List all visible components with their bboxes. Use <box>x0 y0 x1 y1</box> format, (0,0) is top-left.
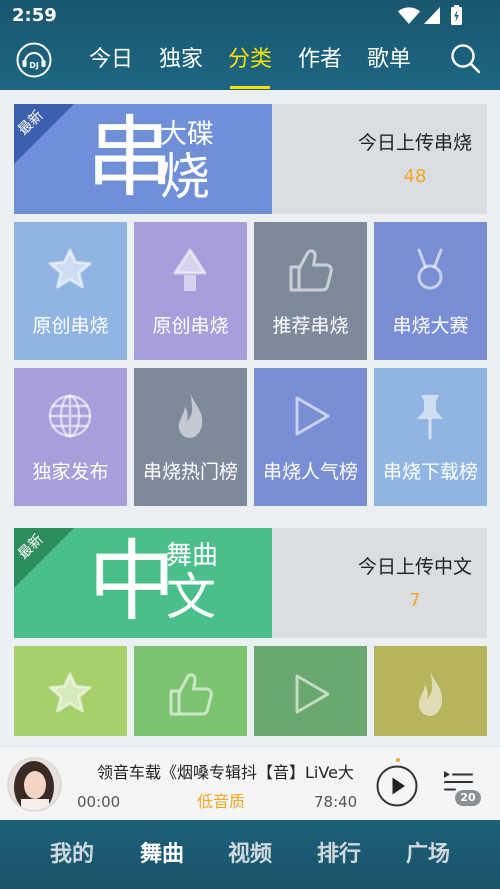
tab-author[interactable]: 作者 <box>295 46 345 74</box>
tile-label: 原创串烧 <box>32 315 109 337</box>
chinese-banner-art: 最新 中 舞曲 文 <box>14 528 272 638</box>
play-icon <box>295 674 330 714</box>
tile-label: 串烧下载榜 <box>382 461 478 483</box>
category-tile-medley-hot-chart[interactable]: 串烧热门榜 <box>134 368 247 506</box>
nav-video[interactable]: 视频 <box>215 841 285 869</box>
tab-category[interactable]: 分类 <box>225 46 275 89</box>
star-icon <box>48 248 92 289</box>
medley-banner-art: 最新 串 大碟 烧 <box>14 104 272 214</box>
banner-title-top: 舞曲 <box>166 541 219 571</box>
category-tile-chinese-1[interactable] <box>14 646 127 736</box>
progress-dot <box>396 758 400 762</box>
total-duration: 78:40 <box>314 793 358 811</box>
globe-icon <box>48 394 92 438</box>
medley-stat-panel: 今日上传串烧 48 <box>272 104 487 214</box>
signal-icon <box>424 7 440 24</box>
category-tile-medley-popular-chart[interactable]: 串烧人气榜 <box>254 368 367 506</box>
category-tile-medley-contest[interactable]: 串烧大赛 <box>374 222 487 360</box>
pin-icon <box>417 395 443 440</box>
play-button-icon[interactable] <box>376 765 418 807</box>
tab-exclusive[interactable]: 独家 <box>156 46 206 74</box>
tree-icon <box>173 248 207 291</box>
flame-icon <box>178 394 203 438</box>
mini-player[interactable]: 领音车载《烟嗓专辑抖【音】LiVe大 00:00 低音质 78:40 20 <box>0 746 500 820</box>
today-upload-label: 今日上传串烧 <box>357 132 472 154</box>
tab-playlist[interactable]: 歌单 <box>364 46 414 74</box>
chinese-category-grid <box>14 646 487 736</box>
search-icon[interactable] <box>449 42 483 76</box>
nav-dance[interactable]: 舞曲 <box>127 841 197 869</box>
nav-mine[interactable]: 我的 <box>37 841 107 869</box>
nav-ranking[interactable]: 排行 <box>304 841 374 869</box>
today-upload-count: 7 <box>409 590 421 611</box>
category-tile-exclusive-release[interactable]: 独家发布 <box>14 368 127 506</box>
dj-headphones-logo-icon[interactable]: DJ <box>16 42 52 78</box>
current-time: 00:00 <box>77 793 121 811</box>
status-time: 2:59 <box>12 5 57 26</box>
tile-label: 串烧大赛 <box>392 315 469 337</box>
banner-title-bottom: 文 <box>166 568 216 626</box>
tile-label: 串烧人气榜 <box>262 461 358 483</box>
medal-icon <box>417 248 443 290</box>
medley-category-grid: 原创串烧 原创串烧 推荐串烧 串烧大赛 独家发布 串烧热门榜 串烧人气榜 串烧下… <box>14 222 487 506</box>
category-tile-original-medley[interactable]: 原创串烧 <box>14 222 127 360</box>
singer-avatar[interactable] <box>7 757 62 812</box>
chinese-stat-panel: 今日上传中文 7 <box>272 528 487 638</box>
tile-label: 推荐串烧 <box>272 315 349 337</box>
thumbs-up-icon <box>289 249 333 292</box>
logo-text: DJ <box>29 61 39 70</box>
category-content[interactable]: 最新 串 大碟 烧 今日上传串烧 48 原创串烧 原创串烧 推荐串烧 串烧大赛 … <box>0 90 500 736</box>
star-icon <box>48 672 92 713</box>
thumbs-up-icon <box>169 673 213 716</box>
banner-title-top: 大碟 <box>160 119 214 150</box>
medley-banner[interactable]: 最新 串 大碟 烧 今日上传串烧 48 <box>14 104 487 214</box>
tile-label: 原创串烧 <box>152 315 229 337</box>
category-tile-original-medley-alt[interactable]: 原创串烧 <box>134 222 247 360</box>
tile-label: 串烧热门榜 <box>142 461 238 483</box>
battery-icon <box>451 5 462 25</box>
bottom-navigation: 我的 舞曲 视频 排行 广场 <box>0 820 500 889</box>
flame-icon <box>418 672 443 716</box>
chinese-dance-banner[interactable]: 最新 中 舞曲 文 今日上传中文 7 <box>14 528 487 638</box>
banner-title-main: 中 <box>88 530 177 633</box>
category-tile-recommended-medley[interactable]: 推荐串烧 <box>254 222 367 360</box>
today-upload-label: 今日上传中文 <box>357 556 472 578</box>
category-tile-chinese-3[interactable] <box>254 646 367 736</box>
category-tile-chinese-4[interactable] <box>374 646 487 736</box>
nav-plaza[interactable]: 广场 <box>393 841 463 869</box>
wifi-icon <box>398 7 420 24</box>
tile-label: 独家发布 <box>32 461 109 483</box>
now-playing-title: 领音车载《烟嗓专辑抖【音】LiVe大 <box>97 763 354 782</box>
play-icon <box>295 396 330 436</box>
tab-today[interactable]: 今日 <box>86 46 136 74</box>
audio-quality-toggle[interactable]: 低音质 <box>197 792 245 812</box>
category-tile-chinese-2[interactable] <box>134 646 247 736</box>
app-header: 2:59 DJ 今日 独家 分类 作者 歌单 <box>0 0 500 90</box>
banner-title-bottom: 烧 <box>160 148 210 206</box>
today-upload-count: 48 <box>403 166 427 187</box>
playlist-count-badge: 20 <box>455 790 481 806</box>
category-tile-medley-download-chart[interactable]: 串烧下载榜 <box>374 368 487 506</box>
